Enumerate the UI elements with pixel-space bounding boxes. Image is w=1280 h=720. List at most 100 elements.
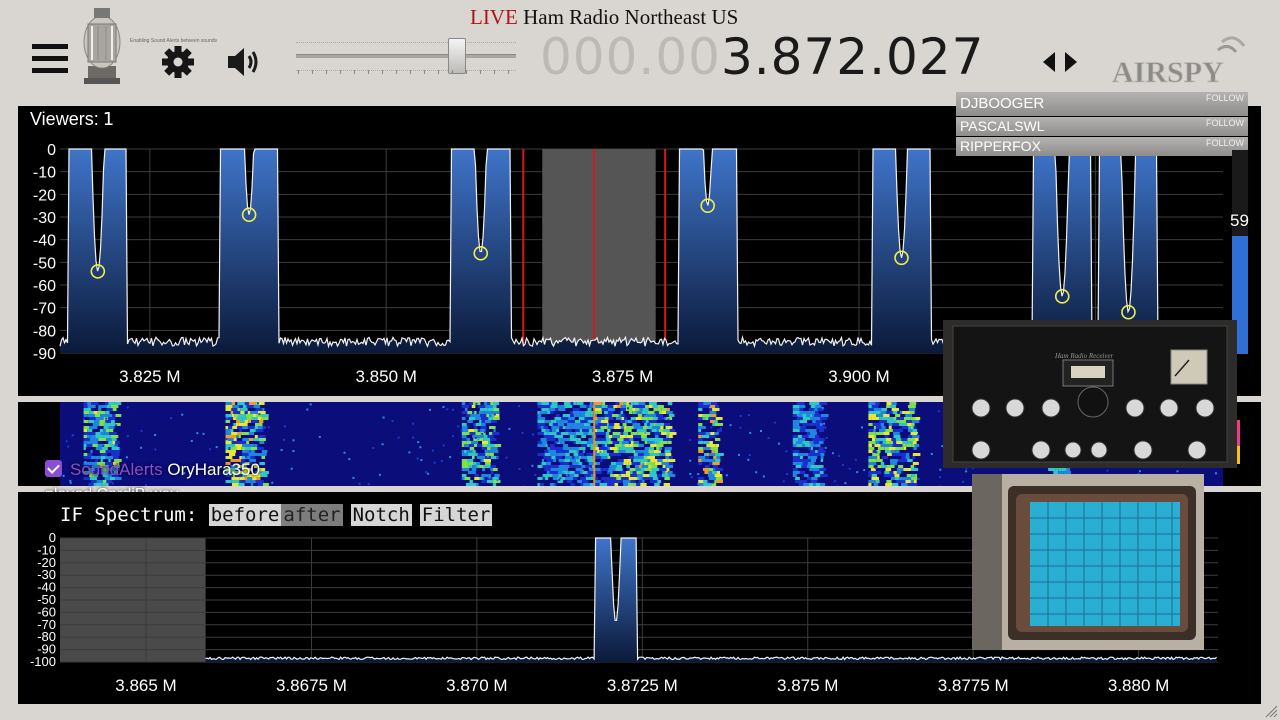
follow-row: RIPPERFOX FOLLOW	[956, 137, 1248, 156]
waterfall-cell	[638, 480, 642, 483]
waterfall-cell	[659, 441, 668, 444]
waterfall-cell	[542, 465, 546, 468]
menu-icon[interactable]	[32, 44, 68, 76]
waterfall-cell	[868, 447, 875, 450]
waterfall-cell	[579, 429, 583, 432]
waterfall-speckle	[505, 456, 508, 459]
waterfall-speckle	[309, 403, 312, 406]
waterfall-cell	[556, 450, 564, 453]
waterfall-cell	[802, 435, 809, 438]
waterfall-cell	[600, 426, 608, 429]
waterfall-cell	[573, 477, 578, 480]
frequency-display[interactable]: 000.003.872.027	[540, 28, 984, 86]
waterfall-cell	[887, 453, 892, 456]
waterfall-speckle	[595, 422, 598, 425]
waterfall-cell	[814, 474, 821, 477]
waterfall-cell	[902, 411, 906, 414]
waterfall-cell	[601, 408, 608, 411]
waterfall-cell	[240, 411, 245, 414]
waterfall-cell	[871, 405, 879, 408]
waterfall-speckle	[486, 455, 489, 458]
waterfall-cell	[621, 444, 625, 447]
waterfall-cell	[1066, 468, 1070, 471]
waterfall-speckle	[442, 444, 445, 447]
waterfall-cell	[549, 402, 552, 405]
waterfall-cell	[240, 408, 248, 411]
if-before-button[interactable]: before	[208, 504, 282, 526]
follow-button[interactable]: FOLLOW	[1206, 92, 1244, 104]
waterfall-cell	[903, 468, 912, 471]
waterfall-cell	[238, 435, 241, 438]
viewers-count: 1	[102, 109, 115, 130]
waterfall-cell	[893, 441, 897, 444]
waterfall-cell	[665, 453, 672, 456]
waterfall-speckle	[762, 475, 765, 478]
waterfall-cell	[701, 405, 710, 408]
volume-slider-thumb[interactable]	[447, 38, 466, 74]
waterfall-cell	[661, 411, 667, 414]
waterfall-speckle	[65, 440, 68, 443]
filter-button[interactable]: Filter	[419, 504, 493, 526]
tune-arrows-icon[interactable]	[1040, 46, 1080, 78]
waterfall-cell	[708, 453, 715, 456]
waterfall-speckle	[1176, 470, 1179, 473]
waterfall-cell	[106, 438, 112, 441]
waterfall-speckle	[708, 404, 711, 407]
waterfall-cell	[814, 414, 821, 417]
gear-icon[interactable]	[160, 44, 196, 80]
waterfall-cell	[547, 447, 551, 450]
waterfall-cell	[628, 462, 632, 465]
waterfall-cell	[651, 465, 658, 468]
waterfall-cell	[657, 474, 662, 477]
waterfall-cell	[799, 408, 804, 411]
waterfall-cell	[225, 480, 232, 483]
if-after-button[interactable]: after	[281, 504, 343, 526]
waterfall-cell	[562, 414, 571, 417]
waterfall-cell	[806, 414, 811, 417]
waterfall-cell	[625, 450, 634, 453]
follow-button[interactable]: FOLLOW	[1206, 137, 1244, 149]
waterfall-cell	[225, 456, 233, 459]
waterfall-cell	[567, 447, 571, 450]
waterfall-cell	[874, 435, 877, 438]
waterfall-cell	[229, 453, 236, 456]
waterfall-cell	[873, 426, 876, 429]
speaker-icon[interactable]	[224, 44, 264, 80]
waterfall-speckle	[782, 480, 785, 483]
waterfall-cell	[643, 426, 648, 429]
waterfall-cell	[225, 420, 231, 423]
waterfall-cell	[225, 408, 232, 411]
waterfall-cell	[657, 417, 665, 420]
waterfall-cell	[868, 480, 876, 483]
viewers-label: Viewers:	[30, 109, 99, 129]
waterfall-cell	[663, 429, 670, 432]
follow-button[interactable]: FOLLOW	[1206, 117, 1244, 129]
waterfall-cell	[558, 432, 561, 435]
waterfall-cell	[261, 414, 269, 417]
waterfall-cell	[244, 402, 249, 405]
waterfall-cell	[582, 450, 585, 453]
volume-slider[interactable]	[292, 30, 520, 78]
waterfall-cell	[114, 453, 120, 456]
waterfall-cell	[657, 408, 662, 411]
waterfall-speckle	[488, 476, 491, 479]
waterfall-cell	[704, 471, 709, 474]
waterfall-cell	[93, 411, 98, 414]
resize-grip-icon[interactable]	[1264, 704, 1278, 718]
waterfall-cell	[461, 444, 465, 447]
waterfall-cell	[228, 450, 236, 453]
waterfall-cell	[262, 453, 267, 456]
waterfall-cell	[637, 474, 643, 477]
waterfall-cell	[553, 465, 559, 468]
notch-button[interactable]: Notch	[350, 504, 412, 526]
waterfall-speckle	[939, 468, 942, 471]
waterfall-cell	[111, 405, 119, 408]
waterfall-cell	[469, 444, 474, 447]
waterfall-cell	[908, 429, 913, 432]
waterfall-cell	[461, 441, 467, 444]
waterfall-speckle	[831, 452, 834, 455]
waterfall-cell	[868, 444, 872, 447]
waterfall-cell	[876, 459, 883, 462]
waterfall-cell	[542, 474, 548, 477]
x-tick-label: 3.870 M	[446, 676, 507, 695]
